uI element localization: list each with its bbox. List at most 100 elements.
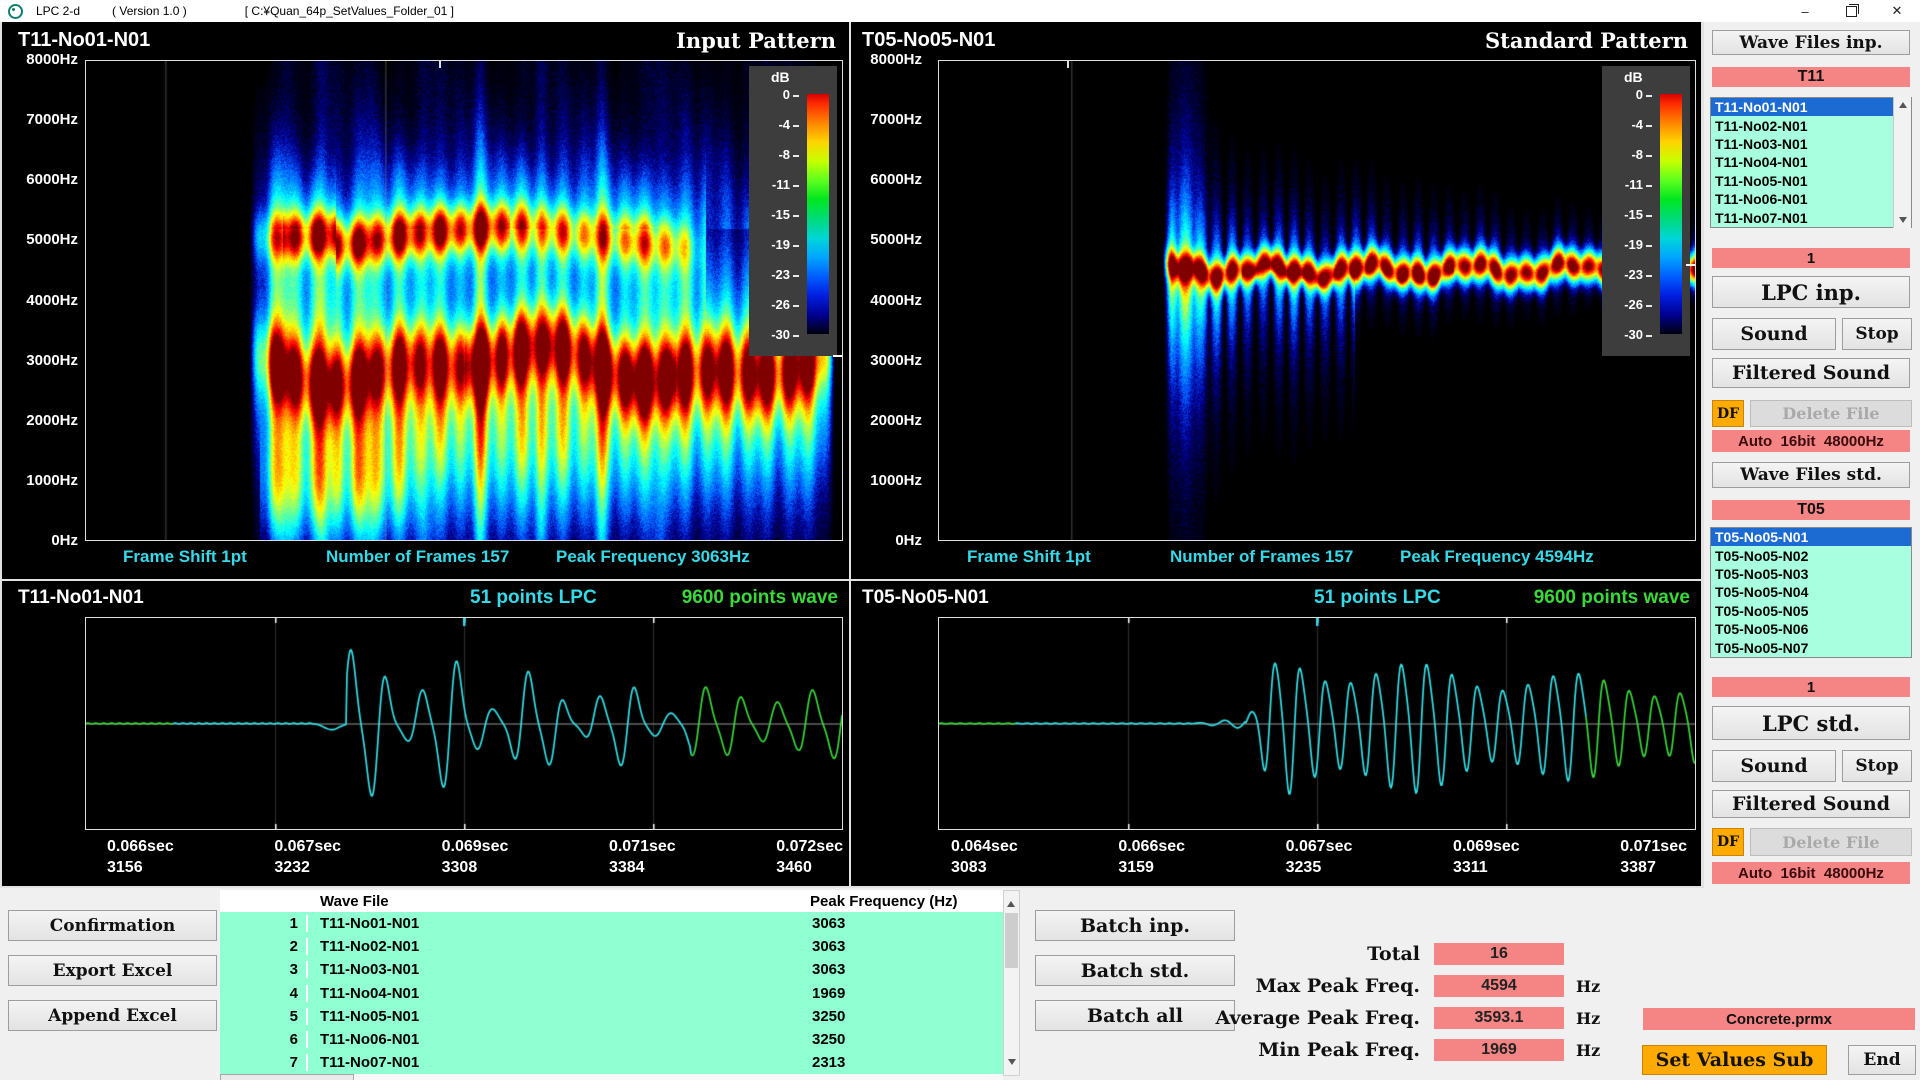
table-row[interactable]: 2 T11-No02-N01 3063	[220, 935, 1003, 958]
df-inp-button[interactable]: DF	[1712, 400, 1744, 427]
standard-file-item[interactable]: T05-No05-N02	[1711, 546, 1911, 564]
row-number: 2	[220, 938, 298, 955]
scroll-down-icon[interactable]	[1008, 1059, 1016, 1065]
time-tick: 0.071sec 3384	[609, 836, 676, 880]
stat-label: Total	[1090, 943, 1434, 965]
colorbar-tick: -26	[771, 298, 799, 311]
standard-spectrogram-canvas	[939, 61, 1695, 540]
input-spectrogram-file: T11-No01-N01	[18, 29, 150, 52]
time-sample: 3232	[274, 857, 341, 878]
scrollbar-thumb[interactable]	[220, 1074, 354, 1080]
input-file-item[interactable]: T11-No03-N01	[1711, 135, 1911, 153]
standard-file-item[interactable]: T05-No05-N06	[1711, 620, 1911, 638]
export-excel-button[interactable]: Export Excel	[8, 955, 217, 986]
standard-file-item[interactable]: T05-No05-N04	[1711, 583, 1911, 601]
table-vertical-scrollbar[interactable]	[1003, 890, 1020, 1076]
colorbar-tick: -19	[1624, 238, 1652, 251]
input-waveform-plot	[85, 617, 843, 830]
input-group-label: T11	[1712, 67, 1910, 87]
freq-tick: 8000Hz	[26, 52, 78, 68]
close-button[interactable]: ✕	[1874, 0, 1920, 22]
table-header: Wave File Peak Frequency (Hz)	[220, 890, 1003, 912]
input-file-item[interactable]: T11-No05-N01	[1711, 172, 1911, 190]
app-version: ( Version 1.0 )	[112, 4, 187, 18]
stat-value: 3593.1	[1434, 1007, 1564, 1029]
input-file-item[interactable]: T11-No01-N01	[1711, 98, 1911, 116]
standard-format-display: Auto 16bit 48000Hz	[1712, 862, 1910, 884]
colorbar-tick: 0	[783, 88, 799, 101]
row-peak-frequency: 2313	[812, 1054, 845, 1071]
row-wave-file: T11-No03-N01	[306, 961, 419, 978]
table-row[interactable]: 3 T11-No03-N01 3063	[220, 958, 1003, 981]
sidebar: Wave Files inp. T11 T11-No01-N01T11-No02…	[1704, 22, 1920, 888]
filtered-sound-std-button[interactable]: Filtered Sound	[1712, 790, 1910, 818]
colorbar-title: dB	[771, 69, 790, 85]
minimize-button[interactable]: –	[1782, 0, 1828, 22]
time-seconds: 0.071sec	[1620, 836, 1687, 857]
stat-row: Max Peak Freq. 4594 Hz	[1090, 975, 1610, 997]
time-seconds: 0.069sec	[442, 836, 509, 857]
end-button[interactable]: End	[1848, 1045, 1916, 1075]
table-row[interactable]: 1 T11-No01-N01 3063	[220, 912, 1003, 935]
delete-file-std-button[interactable]: Delete File	[1750, 828, 1912, 856]
delete-file-inp-button[interactable]: Delete File	[1750, 400, 1912, 427]
colorbar-tick: 0	[1636, 88, 1652, 101]
wave-file-column-header: Wave File	[320, 893, 389, 910]
time-seconds: 0.067sec	[1286, 836, 1353, 857]
standard-waveform-canvas	[939, 618, 1695, 829]
time-sample: 3311	[1453, 857, 1520, 878]
input-file-item[interactable]: T11-No04-N01	[1711, 153, 1911, 171]
standard-file-item[interactable]: T05-No05-N03	[1711, 565, 1911, 583]
sound-std-button[interactable]: Sound	[1712, 750, 1836, 782]
peak-frequency-label: Peak Frequency 4594Hz	[1400, 547, 1594, 567]
standard-file-item[interactable]: T05-No05-N07	[1711, 638, 1911, 656]
table-row[interactable]: 5 T11-No05-N01 3250	[220, 1005, 1003, 1028]
stop-inp-button[interactable]: Stop	[1842, 318, 1912, 350]
table-row[interactable]: 4 T11-No04-N01 1969	[220, 982, 1003, 1005]
input-file-list[interactable]: T11-No01-N01T11-No02-N01T11-No03-N01T11-…	[1710, 97, 1912, 228]
scroll-up-icon[interactable]	[1007, 901, 1015, 907]
lpc-inp-button[interactable]: LPC inp.	[1712, 276, 1910, 308]
input-list-scrollbar[interactable]	[1893, 97, 1911, 228]
peak-frequency-column-header: Peak Frequency (Hz)	[810, 893, 958, 910]
standard-spectrogram-file: T05-No05-N01	[862, 29, 995, 52]
title-bar: LPC 2-d ( Version 1.0 ) [ C:¥Quan_64p_Se…	[0, 0, 1920, 23]
freq-tick: 3000Hz	[870, 353, 922, 369]
stop-std-button[interactable]: Stop	[1842, 750, 1912, 782]
table-row[interactable]: 7 T11-No07-N01 2313	[220, 1051, 1003, 1074]
time-tick: 0.067sec 3232	[274, 836, 341, 880]
df-std-button[interactable]: DF	[1712, 828, 1744, 856]
wave-files-inp-button[interactable]: Wave Files inp.	[1712, 30, 1910, 55]
scroll-up-icon[interactable]	[1899, 102, 1907, 108]
standard-pattern-label: Standard Pattern	[1485, 28, 1688, 53]
standard-file-item[interactable]: T05-No05-N01	[1711, 528, 1911, 546]
input-file-item[interactable]: T11-No02-N01	[1711, 116, 1911, 134]
time-seconds: 0.071sec	[609, 836, 676, 857]
sound-inp-button[interactable]: Sound	[1712, 318, 1836, 350]
input-frequency-axis: 8000Hz7000Hz6000Hz5000Hz4000Hz3000Hz2000…	[8, 52, 78, 549]
time-sample: 3159	[1118, 857, 1185, 878]
table-row[interactable]: 6 T11-No06-N01 3250	[220, 1028, 1003, 1051]
stat-value: 4594	[1434, 975, 1564, 997]
standard-spectrogram-panel: T05-No05-N01 Standard Pattern 8000Hz7000…	[852, 25, 1700, 575]
standard-file-list[interactable]: T05-No05-N01T05-No05-N02T05-No05-N03T05-…	[1710, 527, 1912, 658]
scroll-down-icon[interactable]	[1899, 217, 1907, 223]
restore-button[interactable]	[1828, 0, 1874, 22]
stat-label: Max Peak Freq.	[1090, 975, 1434, 997]
confirmation-button[interactable]: Confirmation	[8, 910, 217, 941]
scrollbar-thumb[interactable]	[1005, 913, 1018, 968]
time-tick: 0.069sec 3308	[442, 836, 509, 880]
input-file-item[interactable]: T11-No06-N01	[1711, 190, 1911, 208]
stat-unit: Hz	[1576, 1041, 1610, 1060]
stat-label: Average Peak Freq.	[1090, 1007, 1434, 1029]
table-horizontal-scrollbar[interactable]	[220, 1074, 1003, 1080]
wave-files-std-button[interactable]: Wave Files std.	[1712, 462, 1910, 488]
input-file-item[interactable]: T11-No07-N01	[1711, 208, 1911, 226]
filtered-sound-inp-button[interactable]: Filtered Sound	[1712, 358, 1910, 388]
lpc-std-button[interactable]: LPC std.	[1712, 706, 1910, 740]
batch-inp-button[interactable]: Batch inp.	[1035, 910, 1235, 941]
time-seconds: 0.066sec	[1118, 836, 1185, 857]
append-excel-button[interactable]: Append Excel	[8, 1000, 217, 1031]
standard-file-item[interactable]: T05-No05-N05	[1711, 602, 1911, 620]
set-values-sub-button[interactable]: Set Values Sub	[1642, 1045, 1827, 1075]
